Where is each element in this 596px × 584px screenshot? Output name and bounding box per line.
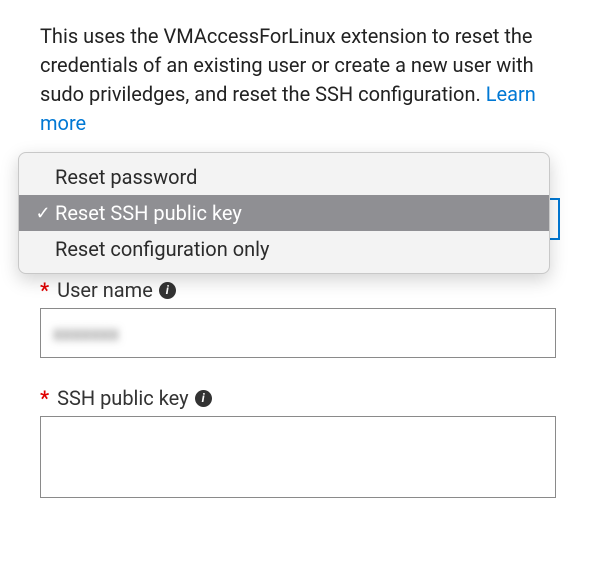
description-body: This uses the VMAccessForLinux extension…	[40, 24, 534, 106]
mode-option-reset-ssh-key[interactable]: ✓ Reset SSH public key	[19, 195, 549, 231]
mode-option-reset-config[interactable]: Reset configuration only	[19, 231, 549, 267]
info-icon[interactable]: i	[159, 282, 176, 299]
required-marker: *	[40, 386, 49, 410]
description-text: This uses the VMAccessForLinux extension…	[40, 22, 556, 138]
mode-option-label: Reset SSH public key	[55, 201, 242, 225]
username-label-row: * User name i	[40, 278, 556, 302]
mode-dropdown[interactable]: Reset password ✓ Reset SSH public key Re…	[18, 152, 550, 274]
sshkey-label: SSH public key	[57, 386, 189, 410]
required-marker: *	[40, 278, 49, 302]
username-value-obscured: xxxxxxx	[53, 322, 119, 345]
username-input[interactable]: xxxxxxx	[40, 308, 556, 358]
mode-select-wrap: Reset password ✓ Reset SSH public key Re…	[18, 152, 578, 272]
check-icon: ✓	[31, 203, 55, 224]
mode-option-label: Reset configuration only	[55, 237, 269, 261]
sshkey-label-row: * SSH public key i	[40, 386, 556, 410]
mode-option-label: Reset password	[55, 165, 197, 189]
username-label: User name	[57, 278, 153, 302]
sshkey-textarea[interactable]	[40, 416, 556, 498]
mode-option-reset-password[interactable]: Reset password	[19, 159, 549, 195]
info-icon[interactable]: i	[195, 390, 212, 407]
